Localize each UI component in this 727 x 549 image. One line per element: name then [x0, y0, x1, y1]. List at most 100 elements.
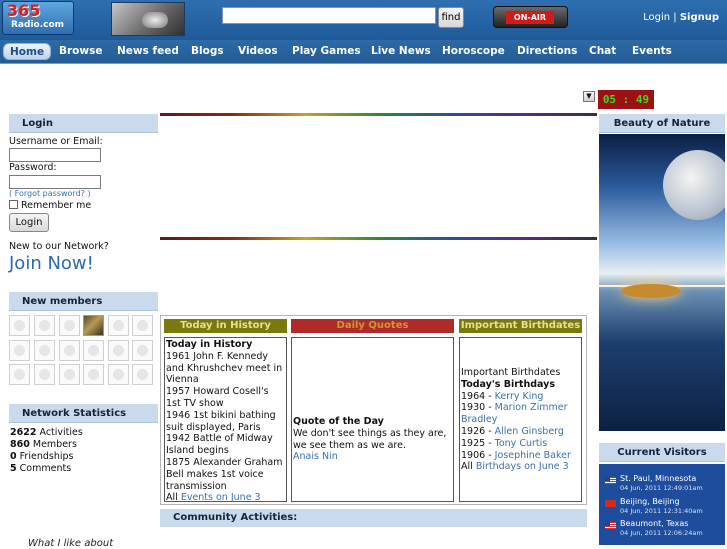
- cut-off-text: What I like about: [28, 538, 114, 549]
- network-statistics-heading: Network Statistics: [9, 404, 158, 423]
- logo-number: 365: [7, 1, 41, 20]
- search-button[interactable]: find: [438, 7, 464, 28]
- signup-link[interactable]: Signup: [680, 12, 719, 23]
- quote-text: We don't see things as they are, we see …: [293, 427, 447, 451]
- remember-me[interactable]: Remember me: [9, 200, 91, 211]
- visitor-entry: Beaumont, Texas 04 Jun, 2011 12:06:24am: [605, 519, 725, 541]
- member-avatar[interactable]: [108, 315, 129, 336]
- visitor-time: 04 Jun, 2011 12:49:01am: [620, 484, 703, 492]
- member-avatar[interactable]: [59, 340, 80, 361]
- member-avatar[interactable]: [34, 364, 55, 385]
- rainbow-divider-bottom: [160, 237, 597, 240]
- birthday-item: 1926 - Allen Ginsberg: [461, 425, 564, 437]
- all-events-link[interactable]: Events on June 3: [181, 492, 261, 501]
- member-avatar[interactable]: [83, 364, 104, 385]
- member-avatar[interactable]: [34, 315, 55, 336]
- top-header: 365 Radio.com find ON-AIR Login | Signup: [0, 0, 727, 40]
- history-title: Today in History: [166, 339, 253, 350]
- tab-today-in-history[interactable]: Today in History: [164, 319, 287, 333]
- nav-news-feed[interactable]: News feed: [111, 43, 185, 60]
- member-avatar[interactable]: [59, 315, 80, 336]
- nav-directions[interactable]: Directions: [511, 43, 583, 60]
- digital-clock: 05 : 49 '': [598, 90, 654, 125]
- search-input[interactable]: [222, 7, 436, 24]
- all-birthdays-line: All Birthdays on June 3: [461, 461, 569, 473]
- nav-horoscope[interactable]: Horoscope: [436, 43, 511, 60]
- member-avatar-photo[interactable]: [83, 315, 104, 336]
- on-air-label: ON-AIR: [506, 11, 554, 24]
- main-nav: Home Browse News feed Blogs Videos Play …: [0, 40, 727, 64]
- member-avatar[interactable]: [9, 364, 30, 385]
- birthday-item: 1964 - Kerry King: [461, 390, 544, 402]
- password-field[interactable]: [9, 175, 101, 189]
- current-visitors-heading: Current Visitors: [599, 443, 725, 462]
- history-event: 1961 John F. Kennedy and Khrushchev meet…: [166, 350, 283, 386]
- beauty-of-nature-heading: Beauty of Nature: [599, 114, 725, 133]
- join-now-link[interactable]: Join Now!: [9, 253, 94, 274]
- moon-image: [663, 150, 725, 220]
- member-avatar[interactable]: [108, 340, 129, 361]
- member-avatar[interactable]: [59, 364, 80, 385]
- on-air-button[interactable]: ON-AIR: [493, 6, 568, 28]
- member-avatar[interactable]: [9, 315, 30, 336]
- history-box: Today in History 1961 John F. Kennedy an…: [164, 337, 287, 502]
- tab-daily-quotes[interactable]: Daily Quotes: [291, 319, 454, 333]
- stat-members: 860 Members: [10, 439, 77, 450]
- member-avatar[interactable]: [108, 364, 129, 385]
- username-field[interactable]: [9, 148, 101, 162]
- site-logo[interactable]: 365 Radio.com: [2, 1, 74, 35]
- member-avatar[interactable]: [132, 315, 153, 336]
- login-link[interactable]: Login: [643, 12, 670, 23]
- nav-play-games[interactable]: Play Games: [286, 43, 367, 60]
- rainbow-divider-top: [160, 113, 597, 116]
- nav-live-news[interactable]: Live News: [365, 43, 437, 60]
- birthdays-box: Important Birthdates Today's Birthdays 1…: [459, 337, 582, 502]
- forgot-password-link[interactable]: ( Forgot password? ): [9, 189, 91, 198]
- birthdays-title: Today's Birthdays: [461, 378, 555, 390]
- birthday-link[interactable]: Allen Ginsberg: [495, 426, 564, 437]
- visitor-time: 04 Jun, 2011 12:31:40am: [620, 507, 703, 515]
- visitor-entry: St. Paul, Minnesota 04 Jun, 2011 12:49:0…: [605, 474, 725, 496]
- birthday-item: 1930 - Marion Zimmer Bradley: [461, 402, 568, 426]
- visitors-map: St. Paul, Minnesota 04 Jun, 2011 12:49:0…: [599, 464, 725, 545]
- nav-events[interactable]: Events: [626, 43, 678, 60]
- auth-separator: |: [673, 12, 677, 23]
- new-to-network-text: New to our Network?: [9, 241, 109, 252]
- member-avatar[interactable]: [83, 340, 104, 361]
- quote-author-link[interactable]: Anais Nin: [293, 451, 452, 463]
- auth-links: Login | Signup: [643, 12, 719, 23]
- member-avatar[interactable]: [9, 340, 30, 361]
- all-birthdays-link[interactable]: Birthdays on June 3: [476, 461, 569, 472]
- quote-title: Quote of the Day: [293, 416, 384, 427]
- us-flag-icon: [605, 477, 616, 484]
- stat-friendships: 0 Friendships: [10, 451, 74, 462]
- clock-dropdown-icon[interactable]: ▼: [583, 91, 595, 102]
- remember-label: Remember me: [21, 200, 92, 211]
- stat-comments: 5 Comments: [10, 463, 72, 474]
- birthday-link[interactable]: Kerry King: [495, 391, 544, 402]
- birthday-item: 1925 - Tony Curtis: [461, 437, 548, 449]
- remember-checkbox[interactable]: [9, 200, 18, 209]
- birthday-link[interactable]: Josephine Baker: [495, 450, 571, 461]
- nav-chat[interactable]: Chat: [583, 43, 622, 60]
- visitor-entry: Beijing, Beijing 04 Jun, 2011 12:31:40am: [605, 497, 725, 519]
- tab-important-birthdates[interactable]: Important Birthdates: [459, 319, 582, 333]
- all-events-line: All Events on June 3: [166, 492, 261, 502]
- visitor-place: St. Paul, Minnesota: [620, 474, 697, 483]
- birthday-link[interactable]: Tony Curtis: [495, 438, 548, 449]
- login-button[interactable]: Login: [9, 213, 49, 232]
- nav-videos[interactable]: Videos: [232, 43, 284, 60]
- visitor-place: Beaumont, Texas: [620, 519, 689, 528]
- visitor-time: 04 Jun, 2011 12:06:24am: [620, 529, 703, 537]
- visitor-place: Beijing, Beijing: [620, 497, 680, 506]
- nav-home[interactable]: Home: [3, 43, 52, 60]
- nature-photo[interactable]: [599, 134, 725, 431]
- network-statistics: 2622 Activities 860 Members 0 Friendship…: [10, 427, 83, 475]
- member-avatar[interactable]: [34, 340, 55, 361]
- nav-blogs[interactable]: Blogs: [185, 43, 230, 60]
- birthdays-intro: Important Birthdates: [461, 367, 561, 378]
- nav-browse[interactable]: Browse: [53, 43, 108, 60]
- member-avatar[interactable]: [132, 364, 153, 385]
- member-avatar[interactable]: [132, 340, 153, 361]
- new-members-heading: New members: [9, 292, 158, 311]
